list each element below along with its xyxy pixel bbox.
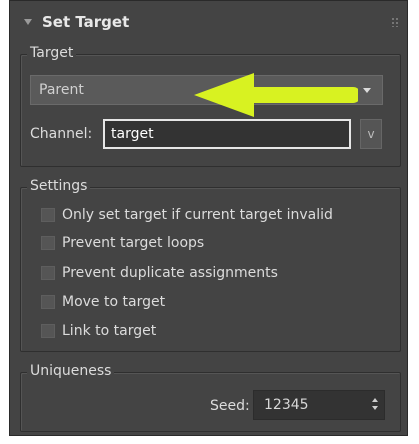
- checkbox[interactable]: [41, 208, 55, 222]
- uniqueness-group: Uniqueness Seed: 12345: [20, 363, 401, 432]
- checkbox[interactable]: [41, 266, 55, 280]
- rollout-header[interactable]: Set Target: [24, 11, 129, 33]
- uniqueness-group-title: Uniqueness: [27, 363, 115, 379]
- rollout-title: Set Target: [42, 13, 130, 31]
- target-dropdown-value: Parent: [39, 82, 84, 98]
- checkbox-label: Only set target if current target invali…: [62, 207, 333, 223]
- seed-spinner[interactable]: 12345: [253, 390, 385, 420]
- checkbox-label: Move to target: [62, 294, 166, 310]
- target-group-title: Target: [27, 45, 77, 61]
- channel-v-button[interactable]: v: [360, 119, 382, 149]
- channel-label: Channel:: [30, 126, 93, 142]
- set-target-rollout: Set Target Target Parent Channel: v Sett…: [9, 0, 408, 436]
- spin-down-icon[interactable]: [372, 406, 378, 410]
- checkbox[interactable]: [41, 295, 55, 309]
- dropdown-caret-icon: [363, 88, 371, 93]
- collapse-arrow-icon[interactable]: [24, 19, 32, 25]
- settings-group-title: Settings: [27, 178, 91, 194]
- checkbox-label: Prevent target loops: [62, 235, 205, 251]
- checkbox[interactable]: [41, 236, 55, 250]
- checkbox-label: Prevent duplicate assignments: [62, 265, 278, 281]
- annotation-arrow-icon: [194, 73, 358, 117]
- option-move-to-target[interactable]: Move to target: [41, 292, 165, 312]
- option-link-to-target[interactable]: Link to target: [41, 321, 156, 341]
- seed-label: Seed:: [210, 398, 250, 414]
- settings-group: Settings Only set target if current targ…: [20, 178, 401, 352]
- drag-grip-icon[interactable]: [391, 17, 399, 27]
- checkbox[interactable]: [41, 324, 55, 338]
- spin-up-icon[interactable]: [372, 398, 378, 402]
- channel-input[interactable]: [103, 119, 351, 149]
- option-prevent-duplicate-assignments[interactable]: Prevent duplicate assignments: [41, 263, 278, 283]
- option-prevent-target-loops[interactable]: Prevent target loops: [41, 233, 204, 253]
- seed-value: 12345: [264, 397, 309, 413]
- checkbox-label: Link to target: [62, 323, 157, 339]
- option-only-set-target-if-invalid[interactable]: Only set target if current target invali…: [41, 205, 333, 225]
